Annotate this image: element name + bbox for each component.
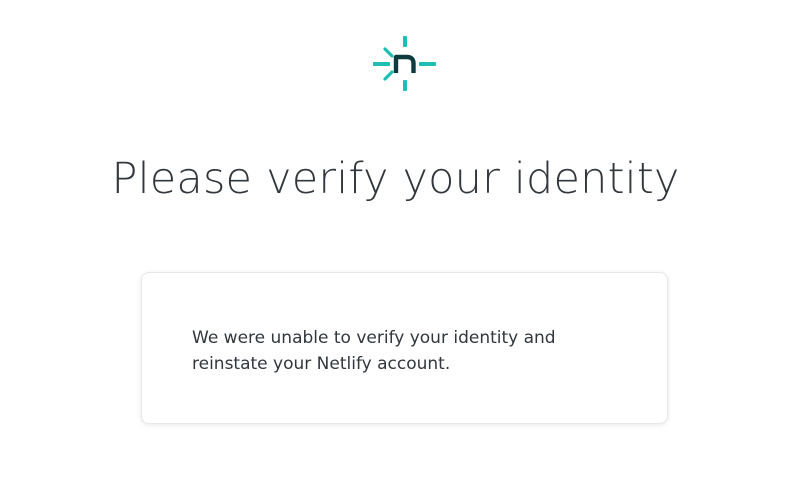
- netlify-logo-icon: [372, 36, 438, 92]
- identity-message: We were unable to verify your identity a…: [192, 328, 556, 374]
- message-card: We were unable to verify your identity a…: [141, 272, 668, 424]
- page-title: Please verify your identity: [111, 154, 680, 204]
